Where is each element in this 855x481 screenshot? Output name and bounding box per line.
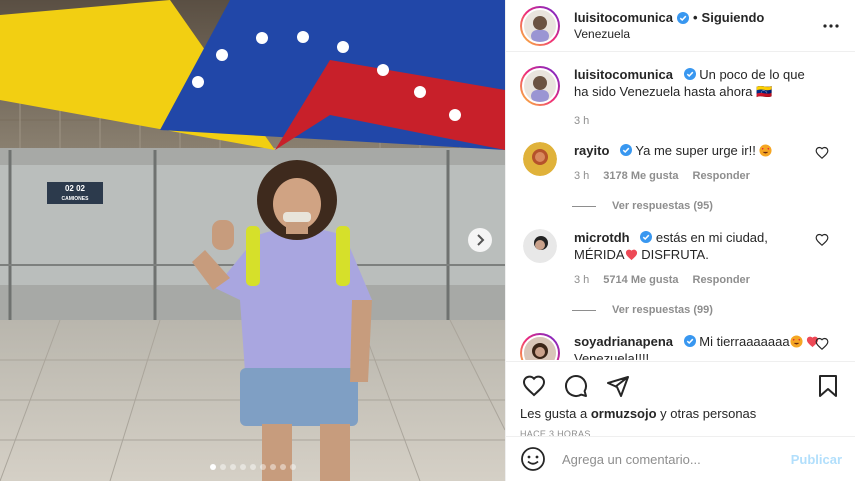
comment-likes[interactable]: 3178 Me gusta (603, 168, 678, 185)
carousel-dot (289, 464, 296, 470)
departure-sign: 02 02 CAMIONES (47, 182, 103, 204)
carousel-dot (279, 464, 286, 470)
bookmark-icon (819, 375, 837, 397)
comment-text-end: Venezuela!!!! (574, 351, 650, 360)
post-sidebar: luisitocomunica • Siguiendo Venezuela lu… (505, 0, 855, 481)
red-heart-emoji-icon (625, 249, 637, 261)
liked-by-suffix[interactable]: y otras personas (657, 406, 756, 421)
view-replies-label: Ver respuestas (99) (612, 304, 713, 316)
comment-age: 3 h (574, 274, 590, 286)
carousel-dot (209, 464, 216, 470)
verified-icon (620, 144, 633, 156)
carousel-dot (219, 464, 226, 470)
share-button[interactable] (604, 372, 632, 400)
verified-icon (683, 68, 696, 80)
caption: luisitocomunica Un poco de lo que ha sid… (520, 66, 841, 130)
sign-number-right: 02 (76, 184, 86, 193)
verified-icon (640, 231, 653, 243)
header-separator: • (692, 10, 698, 25)
like-comment-heart-icon[interactable] (815, 233, 829, 247)
liked-by-user[interactable]: ormuzsojo (591, 406, 657, 421)
more-options-button[interactable] (819, 14, 843, 38)
like-comment-heart-icon[interactable] (815, 146, 829, 160)
comment: soyadrianapena Mi tierraaaaaaa Venezuela… (520, 333, 841, 360)
add-comment-bar: Publicar (506, 436, 855, 481)
publish-button[interactable]: Publicar (791, 452, 842, 467)
comment-username[interactable]: microtdh (574, 230, 630, 245)
post-photo[interactable]: 02 02 CAMIONES (0, 0, 505, 481)
following-button[interactable]: Siguiendo (702, 10, 765, 25)
view-replies-label: Ver respuestas (95) (612, 200, 713, 212)
commenter-avatar[interactable] (523, 142, 557, 176)
action-bar: Les gusta a ormuzsojo y otras personas H… (506, 361, 855, 439)
carousel-dot (229, 464, 236, 470)
reply-button[interactable]: Responder (693, 272, 750, 289)
save-button[interactable] (814, 372, 842, 400)
sign-number-left: 02 (64, 184, 74, 193)
caption-avatar[interactable] (520, 66, 560, 106)
more-icon (823, 23, 839, 28)
carousel-dot (269, 464, 276, 470)
view-replies-button[interactable]: Ver respuestas (99) (572, 302, 820, 319)
comment-button[interactable] (562, 372, 590, 400)
caption-username[interactable]: luisitocomunica (574, 67, 673, 82)
commenter-avatar[interactable] (523, 229, 557, 263)
next-photo-button[interactable] (468, 228, 492, 252)
author-username[interactable]: luisitocomunica (574, 10, 673, 25)
post-header: luisitocomunica • Siguiendo Venezuela (506, 0, 855, 52)
smiley-icon[interactable] (520, 446, 546, 472)
comment-age: 3 h (574, 170, 590, 182)
airport-scene (0, 0, 505, 481)
commenter-avatar[interactable] (520, 333, 560, 360)
post-location[interactable]: Venezuela (574, 27, 819, 41)
sign-caption: CAMIONES (61, 196, 89, 202)
carousel-dot (239, 464, 246, 470)
carousel-dot (259, 464, 266, 470)
view-replies-button[interactable]: Ver respuestas (95) (572, 198, 820, 215)
comment: microtdh estás en mi ciudad, MÉRIDA DISF… (520, 229, 841, 319)
carousel-dot (249, 464, 256, 470)
heart-eyes-emoji-icon (759, 144, 773, 157)
comments-list: luisitocomunica Un poco de lo que ha sid… (506, 52, 855, 360)
comment-username[interactable]: rayito (574, 143, 609, 158)
comment-icon (565, 375, 587, 397)
comment: rayito Ya me super urge ir!! 3 h 3178 Me… (520, 142, 841, 215)
reply-button[interactable]: Responder (693, 168, 750, 185)
caption-age: 3 h (574, 115, 590, 127)
like-comment-heart-icon[interactable] (815, 337, 829, 351)
comment-likes[interactable]: 5714 Me gusta (603, 272, 678, 289)
comment-input[interactable] (562, 451, 791, 467)
carousel-dots (0, 464, 505, 470)
comment-text: Ya me super urge ir!! (635, 143, 756, 158)
heart-eyes-emoji-icon (790, 335, 803, 348)
liked-by-summary: Les gusta a ormuzsojo y otras personas (520, 406, 842, 421)
chevron-right-icon (477, 234, 485, 246)
verified-icon (683, 335, 696, 347)
like-button[interactable] (520, 372, 548, 400)
author-avatar[interactable] (520, 5, 560, 46)
heart-icon (522, 375, 546, 397)
liked-by-prefix: Les gusta a (520, 406, 591, 421)
share-icon (607, 376, 629, 397)
comment-username[interactable]: soyadrianapena (574, 334, 673, 349)
verified-icon (676, 11, 689, 24)
comment-text: Mi tierraaaaaaa (699, 334, 790, 349)
comment-text-end: DISFRUTA. (641, 247, 709, 262)
